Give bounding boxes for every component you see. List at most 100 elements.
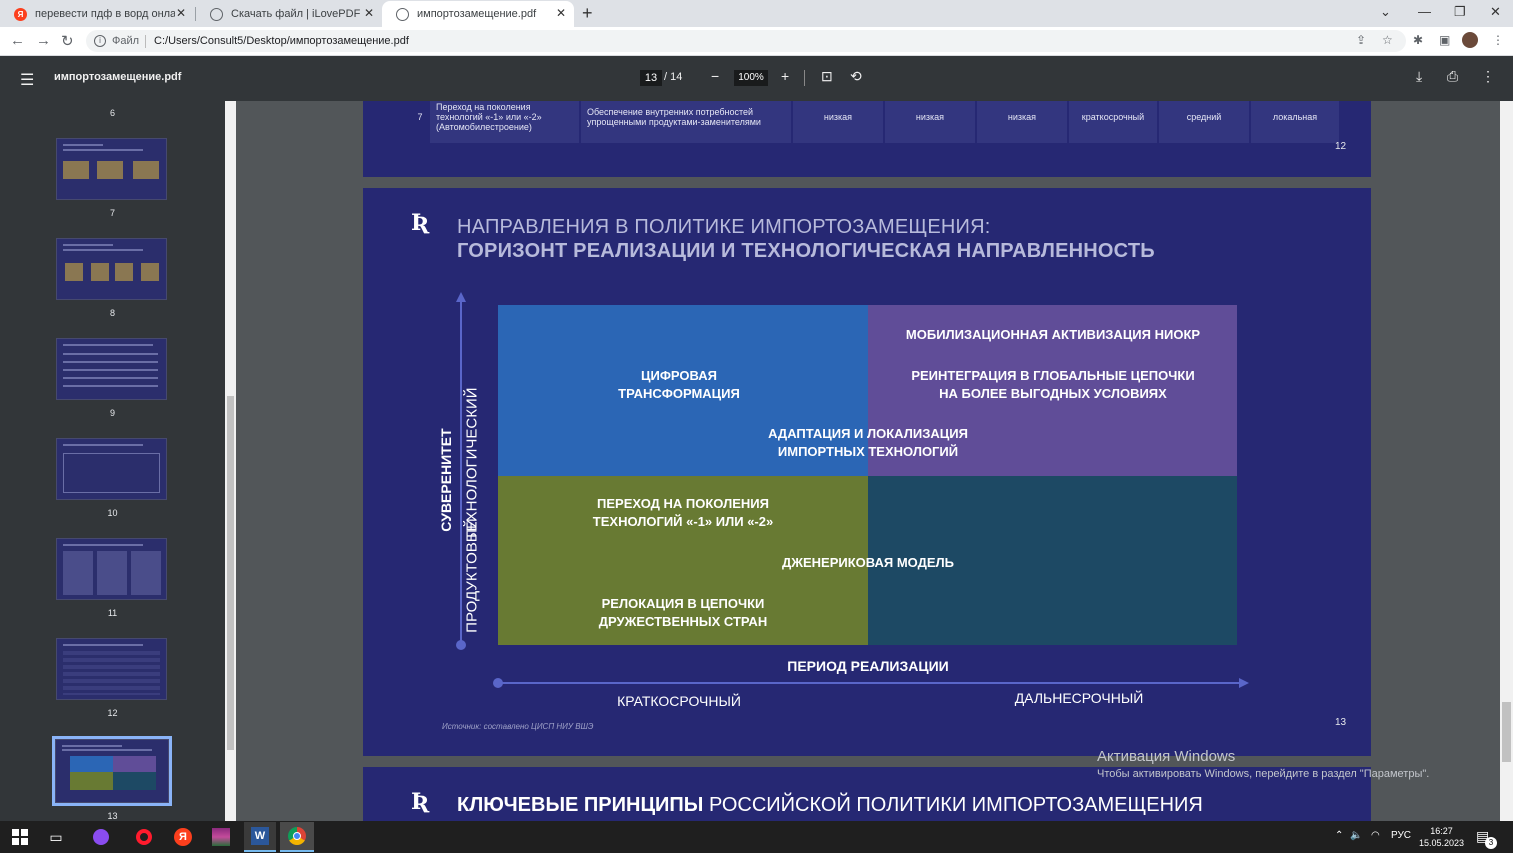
thumbnail-page-11[interactable] <box>56 538 167 600</box>
sidebar-scroll-thumb[interactable] <box>227 396 234 750</box>
page-total: / 14 <box>664 71 683 83</box>
avatar[interactable] <box>1462 32 1478 48</box>
source-note: Источник: составлено ЦИСП НИУ ВШЭ <box>442 722 594 731</box>
task-view-icon[interactable]: ▭ <box>46 827 66 847</box>
document-title: импортозамещение.pdf <box>54 71 182 83</box>
notification-count: 3 <box>1485 837 1497 849</box>
page-number: 12 <box>1335 141 1347 152</box>
volume-icon[interactable]: 🔈 <box>1350 830 1362 841</box>
thumbnail-page-12[interactable] <box>56 638 167 700</box>
scheme-label: Файл <box>112 35 140 47</box>
thumbnail-sidebar: 6 7 8 9 10 11 12 13 <box>0 101 225 821</box>
menu-dots-icon[interactable]: ⋮ <box>1492 33 1504 47</box>
reload-icon[interactable]: ↻ <box>61 32 74 50</box>
hse-logo: Ʀ <box>411 789 430 815</box>
language-indicator[interactable]: РУС <box>1391 830 1411 841</box>
thumbnail-label: 9 <box>109 408 115 418</box>
close-icon[interactable]: ✕ <box>556 7 566 20</box>
tab-title: Скачать файл | iLovePDF <box>231 8 361 20</box>
new-tab-button[interactable]: + <box>582 3 593 24</box>
clock[interactable]: 16:27 15.05.2023 <box>1419 825 1464 849</box>
pdf-page-13: Ʀ НАПРАВЛЕНИЯ В ПОЛИТИКЕ ИМПОРТОЗАМЕЩЕНИ… <box>363 188 1371 756</box>
print-icon[interactable]: ⎙ <box>1447 68 1458 85</box>
table-cell: низкая <box>792 101 885 143</box>
minimize-button[interactable]: — <box>1418 4 1431 19</box>
close-icon[interactable]: ✕ <box>176 7 186 20</box>
globe-icon <box>396 7 409 21</box>
thumbnail-page-10[interactable] <box>56 438 167 500</box>
sidepanel-icon[interactable]: ▣ <box>1439 33 1450 47</box>
fit-page-icon[interactable]: ⊡ <box>821 68 833 85</box>
more-options-icon[interactable]: ⋮ <box>1481 68 1495 85</box>
download-icon[interactable]: ⤓ <box>1416 68 1422 85</box>
table-cell: низкая <box>884 101 977 143</box>
thumbnail-page-13[interactable] <box>55 739 169 803</box>
table-cell: 7 <box>417 112 423 122</box>
chrome-icon[interactable] <box>280 822 314 852</box>
word-icon[interactable]: W <box>244 822 276 852</box>
url-text: C:/Users/Consult5/Desktop/импортозамещен… <box>154 35 409 47</box>
page12-table: 7 Переход на поколения технологий «-1» и… <box>410 101 1341 143</box>
y-axis-title: СУВЕРЕНИТЕТ <box>438 428 454 532</box>
tab-yandex[interactable]: Я перевести пдф в ворд онлайн б ✕ <box>0 1 194 27</box>
pdf-page-12: 7 Переход на поколения технологий «-1» и… <box>363 101 1371 177</box>
thumbnail-page-9[interactable] <box>56 338 167 400</box>
restore-button[interactable]: ❐ <box>1454 4 1466 20</box>
zoom-in-icon[interactable]: + <box>781 68 789 84</box>
pdf-toolbar: ☰ импортозамещение.pdf 13 / 14 − 100% + … <box>0 56 1513 101</box>
close-icon[interactable]: ✕ <box>364 7 374 20</box>
tab-title: импортозамещение.pdf <box>417 8 537 20</box>
close-window-button[interactable]: ✕ <box>1490 4 1501 20</box>
windows-taskbar: ▭ Я W ⌃ 🔈 ◠ РУС 16:27 15.05.2023 ▤ 3 <box>0 821 1513 853</box>
yandex-browser-icon[interactable]: Я <box>173 827 193 847</box>
bookmark-star-icon[interactable]: ☆ <box>1382 33 1393 47</box>
activation-watermark-text: Чтобы активировать Windows, перейдите в … <box>1097 768 1430 780</box>
zoom-out-icon[interactable]: − <box>711 68 719 84</box>
rotate-icon[interactable]: ⟲ <box>850 68 862 85</box>
viewer-scroll-thumb[interactable] <box>1502 702 1511 762</box>
tab-search-icon[interactable]: ⌄ <box>1380 4 1391 20</box>
thumbnail-label: 11 <box>107 608 118 618</box>
thumbnail-page-7[interactable] <box>56 138 167 200</box>
tab-title: перевести пдф в ворд онлайн б <box>35 8 175 20</box>
table-row: 7 Переход на поколения технологий «-1» и… <box>410 101 1341 143</box>
table-cell: краткосрочный <box>1068 101 1159 143</box>
yandex-icon: Я <box>14 7 27 21</box>
zoom-input[interactable]: 100% <box>734 70 768 86</box>
tray-expand-icon[interactable]: ⌃ <box>1335 830 1343 841</box>
globe-icon <box>210 7 223 21</box>
share-icon[interactable]: ⇪ <box>1356 33 1366 47</box>
table-cell: Обеспечение внутренних потребностей упро… <box>580 101 793 143</box>
back-icon[interactable]: ← <box>10 32 25 49</box>
thumbnail-label: 8 <box>109 308 115 318</box>
x-axis-title: ПЕРИОД РЕАЛИЗАЦИИ <box>787 658 949 674</box>
thumbnail-label: 10 <box>107 508 118 518</box>
thumbnail-label: 7 <box>109 208 115 218</box>
tab-ilovepdf[interactable]: Скачать файл | iLovePDF ✕ <box>196 1 382 27</box>
winrar-icon[interactable] <box>211 827 231 847</box>
info-icon[interactable]: i <box>94 35 106 47</box>
table-cell: низкая <box>976 101 1069 143</box>
tab-pdf-active[interactable]: импортозамещение.pdf ✕ <box>382 1 574 27</box>
table-cell: локальная <box>1250 101 1341 143</box>
x-axis-right-label: ДАЛЬНЕСРОЧНЫЙ <box>1014 690 1144 706</box>
thumbnail-page-8[interactable] <box>56 238 167 300</box>
y-axis-bottom-label: ПРОДУКТОВЫЙ <box>463 518 481 633</box>
alice-icon[interactable] <box>91 827 111 847</box>
table-cell: Переход на поколения технологий «-1» или… <box>430 101 581 143</box>
activation-watermark-title: Активация Windows <box>1097 748 1236 765</box>
address-bar[interactable]: i Файл C:/Users/Consult5/Desktop/импорто… <box>86 30 1406 52</box>
hamburger-menu-icon[interactable]: ☰ <box>20 70 34 90</box>
extensions-icon[interactable]: ✱ <box>1413 33 1423 47</box>
network-icon[interactable]: ◠ <box>1371 830 1380 841</box>
table-cell: средний <box>1158 101 1251 143</box>
page-number: 13 <box>1335 717 1347 728</box>
opera-icon[interactable] <box>134 827 154 847</box>
x-axis-left-label: КРАТКОСРОЧНЫЙ <box>617 693 741 709</box>
pdf-viewer: 7 Переход на поколения технологий «-1» и… <box>236 101 1500 821</box>
page-number-input[interactable]: 13 <box>640 70 662 86</box>
thumbnail-label: 13 <box>107 811 118 821</box>
forward-icon[interactable]: → <box>36 32 51 49</box>
windows-start-icon[interactable] <box>10 827 30 847</box>
tab-strip: Я перевести пдф в ворд онлайн б ✕ Скачат… <box>0 0 1513 27</box>
